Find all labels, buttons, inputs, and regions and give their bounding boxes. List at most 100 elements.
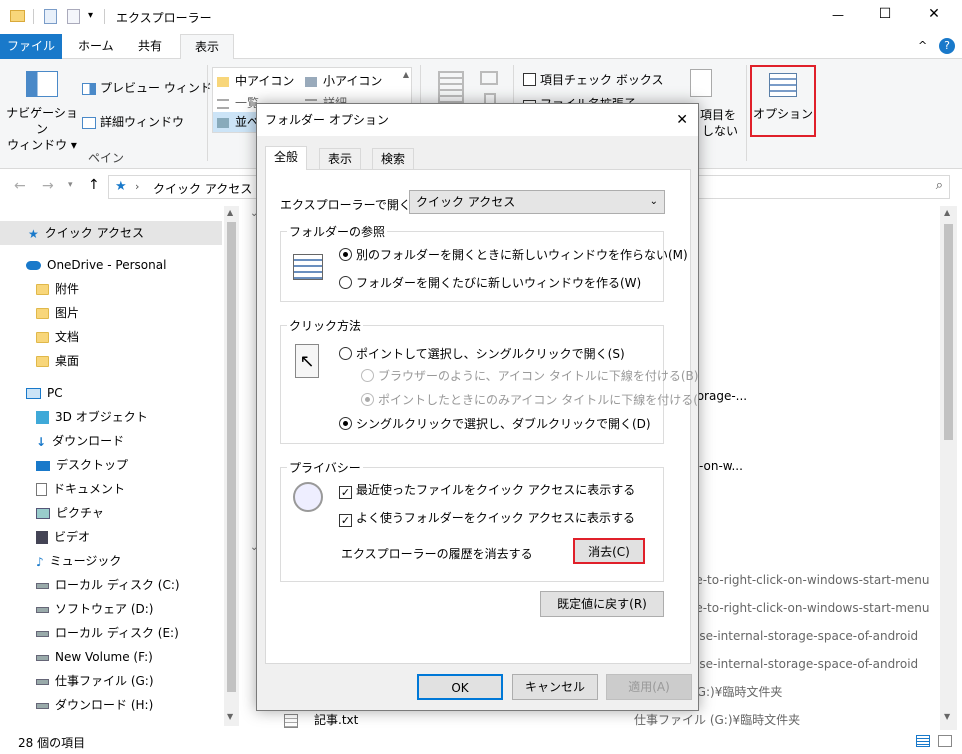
new-folder-icon[interactable] — [67, 9, 80, 24]
layout-list[interactable]: 一覧 — [217, 94, 259, 111]
file-list-scrollbar[interactable]: ▲ ▼ — [940, 206, 957, 730]
list-item[interactable]: le-to-right-click-on-windows-start-menu — [692, 568, 932, 592]
tab-file[interactable]: ファイル — [0, 34, 62, 59]
minimize-button[interactable]: — — [818, 8, 858, 22]
tab-search[interactable]: 検索 — [372, 148, 415, 170]
radio-button[interactable] — [339, 248, 352, 261]
layout-medium-icons[interactable]: 中アイコン — [217, 72, 294, 89]
large-icons-view-icon[interactable] — [938, 735, 952, 747]
nav-item-documents[interactable]: ドキュメント — [0, 477, 222, 501]
radio-button[interactable] — [339, 417, 352, 430]
nav-item-drive[interactable]: ソフトウェア (D:) — [0, 597, 222, 621]
scroll-thumb[interactable] — [227, 222, 236, 692]
nav-item-drive[interactable]: 仕事ファイル (G:) — [0, 669, 222, 693]
dialog-close-icon[interactable]: ✕ — [676, 104, 688, 136]
cancel-button[interactable]: キャンセル — [512, 674, 598, 700]
browse-same-window-option[interactable]: 別のフォルダーを開くときに新しいウィンドウを作らない(M) — [339, 247, 688, 263]
list-item[interactable]: ase-internal-storage-space-of-android — [692, 624, 932, 648]
nav-item-drive[interactable]: ダウンロード (H:) — [0, 693, 222, 717]
forward-icon[interactable]: → — [42, 178, 54, 194]
list-item[interactable]: ase-internal-storage-space-of-android — [692, 652, 932, 676]
recent-locations-icon[interactable]: ▾ — [68, 180, 73, 190]
double-click-option[interactable]: シングルクリックで選択し、ダブルクリックで開く(D) — [339, 416, 651, 432]
nav-item-onedrive[interactable]: OneDrive - Personal — [0, 253, 222, 277]
sort-by-icon[interactable] — [438, 71, 464, 103]
browse-new-window-option[interactable]: フォルダーを開くたびに新しいウィンドウを作る(W) — [339, 275, 641, 291]
gallery-scroll-up-icon[interactable]: ▲ — [403, 70, 409, 79]
nav-item-folder[interactable]: 附件 — [0, 277, 222, 301]
quick-access-dropdown-icon[interactable]: ▾ — [88, 10, 93, 21]
up-icon[interactable]: ↑ — [88, 177, 100, 193]
nav-item-videos[interactable]: ビデオ — [0, 525, 222, 549]
nav-item-drive[interactable]: New Volume (F:) — [0, 645, 222, 669]
nav-item-folder[interactable]: 文档 — [0, 325, 222, 349]
scroll-up-icon[interactable]: ▲ — [227, 208, 233, 217]
dialog-title-bar: フォルダー オプション ✕ — [257, 104, 698, 136]
nav-scrollbar[interactable]: ▲ ▼ — [224, 206, 239, 726]
clear-history-button[interactable]: 消去(C) — [573, 538, 645, 564]
nav-item-quick-access[interactable]: ★ クイック アクセス — [0, 221, 222, 245]
details-view-icon[interactable] — [916, 735, 930, 747]
single-click-option[interactable]: ポイントして選択し、シングルクリックで開く(S) — [339, 346, 625, 362]
tab-view[interactable]: 表示 — [180, 34, 235, 60]
breadcrumb[interactable]: クイック アクセス — [153, 180, 252, 197]
list-item[interactable]: (G:)¥臨時文件夹 — [692, 680, 932, 704]
hide-selected-icon[interactable] — [690, 69, 712, 97]
show-frequent-folders-option[interactable]: ✓ よく使うフォルダーをクイック アクセスに表示する — [339, 510, 635, 527]
list-item[interactable]: k-on-w... — [692, 454, 962, 478]
nav-item-drive[interactable]: ローカル ディスク (C:) — [0, 573, 222, 597]
nav-item-pictures[interactable]: ピクチャ — [0, 501, 222, 525]
nav-item-pc[interactable]: PC — [0, 381, 222, 405]
nav-item-desktop[interactable]: デスクトップ — [0, 453, 222, 477]
checkbox[interactable]: ✓ — [339, 514, 352, 527]
preview-pane-button[interactable]: プレビュー ウィンドウ — [82, 79, 224, 96]
breadcrumb-chevron-icon[interactable]: › — [135, 180, 139, 193]
scroll-down-icon[interactable]: ▼ — [944, 712, 950, 721]
list-item[interactable]: 記事.txt 仕事ファイル (G:)¥臨時文件夹 — [284, 708, 936, 732]
scroll-thumb[interactable] — [944, 224, 953, 440]
checkbox[interactable]: ✓ — [339, 486, 352, 499]
separator — [746, 65, 747, 161]
scroll-up-icon[interactable]: ▲ — [944, 208, 950, 217]
group-by-icon[interactable] — [480, 71, 498, 85]
restore-defaults-button[interactable]: 既定値に戻す(R) — [540, 591, 664, 617]
nav-item-3d-objects[interactable]: 3D オブジェクト — [0, 405, 222, 429]
nav-item-folder[interactable]: 桌面 — [0, 349, 222, 373]
radio-button[interactable] — [339, 276, 352, 289]
options-button[interactable]: オプション — [750, 65, 816, 137]
details-pane-button[interactable]: 詳細ウィンドウ — [82, 113, 184, 130]
item-checkbox-option[interactable]: 項目チェック ボックス — [523, 71, 663, 88]
nav-item-downloads[interactable]: ↓ ダウンロード — [0, 429, 222, 453]
nav-label: 图片 — [55, 306, 80, 320]
dialog-title: フォルダー オプション — [265, 113, 389, 127]
back-icon[interactable]: ← — [14, 178, 26, 194]
layout-tiles[interactable]: 並べ — [213, 112, 259, 132]
tab-share[interactable]: 共有 — [124, 34, 176, 59]
list-item[interactable]: le-to-right-click-on-windows-start-menu — [692, 596, 932, 620]
tab-general[interactable]: 全般 — [265, 146, 308, 170]
show-recent-files-option[interactable]: ✓ 最近使ったファイルをクイック アクセスに表示する — [339, 482, 635, 499]
nav-item-drive[interactable]: ローカル ディスク (E:) — [0, 621, 222, 645]
scroll-down-icon[interactable]: ▼ — [227, 712, 233, 721]
search-icon[interactable]: ⌕ — [936, 178, 943, 193]
nav-label: OneDrive - Personal — [47, 258, 167, 272]
close-button[interactable]: ✕ — [912, 6, 956, 22]
open-in-select[interactable]: クイック アクセス ⌄ — [409, 190, 665, 214]
list-item[interactable]: torage-... — [692, 384, 962, 408]
maximize-button[interactable]: ☐ — [865, 6, 905, 22]
tab-view-settings[interactable]: 表示 — [319, 148, 362, 170]
nav-item-music[interactable]: ♪ ミュージック — [0, 549, 222, 573]
nav-item-folder[interactable]: 图片 — [0, 301, 222, 325]
nav-label: 3D オブジェクト — [55, 410, 148, 424]
help-icon[interactable]: ? — [939, 38, 955, 54]
ok-button[interactable]: OK — [417, 674, 503, 700]
layout-small-icons[interactable]: 小アイコン — [305, 72, 382, 89]
properties-icon[interactable] — [44, 9, 57, 24]
nav-label: ソフトウェア (D:) — [55, 602, 154, 616]
collapse-ribbon-icon[interactable]: ^ — [918, 39, 927, 52]
tab-home[interactable]: ホーム — [64, 34, 128, 59]
item-checkbox-box[interactable] — [523, 73, 536, 86]
radio-button[interactable] — [339, 347, 352, 360]
nav-label: PC — [47, 386, 63, 400]
navigation-pane-button[interactable]: ナビゲーション ウィンドウ ▾ — [4, 105, 80, 153]
